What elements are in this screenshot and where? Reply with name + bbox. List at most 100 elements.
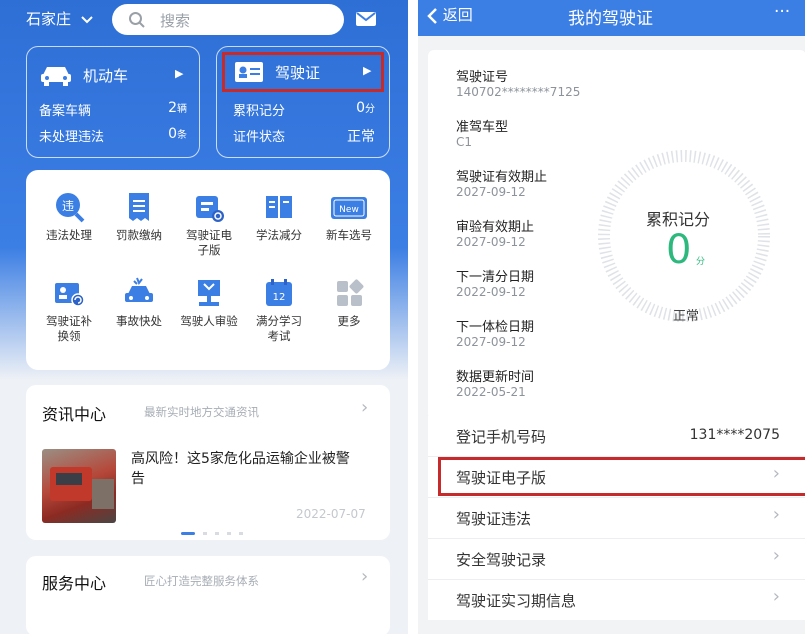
field-value: 140702********7125 (456, 85, 581, 99)
grid-item-new-plate[interactable]: New 新车选号 (314, 190, 384, 243)
news-date: 2022-07-07 (296, 507, 366, 521)
more-menu-icon[interactable]: ··· (774, 2, 790, 22)
grid-item-license-renew[interactable]: 驾驶证补 换领 (34, 276, 104, 344)
license-status-label: 证件状态 (233, 130, 286, 145)
license-renew-icon (34, 276, 104, 310)
license-card-icon (234, 61, 264, 83)
field-label: 下一清分日期 (456, 270, 535, 285)
pending-violations-value: 0条 (168, 126, 187, 142)
grid-label-line2: 换领 (57, 329, 81, 343)
grid-item-full-score-exam[interactable]: 12 满分学习 考试 (244, 276, 314, 344)
calendar-number: 12 (273, 292, 286, 303)
gauge-unit: 分 (696, 257, 706, 267)
license-status-value: 正常 (347, 129, 375, 145)
phone-row[interactable]: 登记手机号码 131****2075 (428, 416, 805, 456)
services-grid: 违 违法处理 罚款缴纳 驾驶证电 子版 学法减分 New 新车选号 驾驶证补 换… (26, 170, 390, 370)
field-label: 下一体检日期 (456, 320, 535, 335)
city-selector[interactable]: 石家庄 (26, 8, 94, 29)
safe-driving-label: 安全驾驶记录 (456, 551, 547, 569)
nav-bar: 返回 我的驾驶证 ··· (418, 0, 805, 36)
grid-item-e-license[interactable]: 驾驶证电 子版 (174, 190, 244, 258)
page-title: 我的驾驶证 (568, 9, 653, 29)
e-license-icon (174, 190, 244, 224)
driver-review-icon (174, 276, 244, 310)
field-label: 数据更新时间 (456, 370, 535, 385)
app-home-screen: 石家庄 搜索 机动车 ▶ 备案车辆 2辆 未处理违法 0条 驾驶证 ▶ 累积记分… (0, 0, 408, 634)
calendar-exam-icon: 12 (244, 276, 314, 310)
field-data-update-time: 数据更新时间 2022-05-21 (456, 366, 534, 399)
accumulated-points-label: 累积记分 (233, 104, 286, 119)
news-headline[interactable]: 高风险！这5家危化品运输企业被警告 (131, 449, 359, 489)
e-license-label: 驾驶证电子版 (456, 469, 547, 487)
license-info-card: 驾驶证号 140702********7125 准驾车型 C1 驾驶证有效期止 … (428, 50, 805, 420)
grid-label: 罚款缴纳 (116, 228, 162, 242)
search-icon (128, 11, 146, 29)
search-placeholder: 搜索 (160, 12, 191, 30)
score-gauge: 累积记分 0 分 (596, 148, 772, 324)
service-center-subtitle: 匠心打造完整服务体系 (144, 574, 259, 588)
new-plate-icon: New (314, 190, 384, 224)
license-violation-row[interactable]: 驾驶证违法 › (428, 498, 805, 538)
field-next-clear-date: 下一清分日期 2022-09-12 (456, 266, 534, 299)
registered-vehicles-label: 备案车辆 (39, 104, 92, 119)
field-review-expiry: 审验有效期止 2027-09-12 (456, 216, 534, 249)
chevron-right-icon: › (772, 586, 780, 607)
chevron-right-icon[interactable]: › (361, 566, 368, 587)
gauge-score: 0 (666, 227, 692, 273)
news-center-subtitle: 最新实时地方交通资讯 (144, 405, 259, 419)
vehicle-card[interactable]: 机动车 ▶ 备案车辆 2辆 未处理违法 0条 (26, 46, 200, 158)
probation-info-row[interactable]: 驾驶证实习期信息 › (428, 580, 805, 620)
chevron-right-icon[interactable]: › (361, 397, 368, 418)
grid-item-accident[interactable]: 事故快处 (104, 276, 174, 329)
license-card[interactable]: 驾驶证 ▶ 累积记分 0分 证件状态 正常 (216, 46, 390, 158)
chevron-right-icon: › (772, 463, 780, 484)
field-vehicle-class: 准驾车型 C1 (456, 116, 508, 149)
search-input[interactable]: 搜索 (112, 4, 344, 35)
grid-label: 事故快处 (116, 314, 162, 328)
new-badge-text: New (339, 205, 359, 215)
violation-glyph: 违 (62, 199, 74, 213)
field-label: 驾驶证有效期止 (456, 170, 548, 185)
grid-label: 新车选号 (326, 228, 372, 242)
more-icon (314, 276, 384, 310)
field-next-checkup-date: 下一体检日期 2027-09-12 (456, 316, 534, 349)
back-button[interactable]: 返回 (426, 4, 473, 25)
grid-label: 满分学习 (256, 314, 302, 328)
safe-driving-row[interactable]: 安全驾驶记录 › (428, 539, 805, 579)
news-center-card: 资讯中心 最新实时地方交通资讯 › 高风险！这5家危化品运输企业被警告 2022… (26, 385, 390, 540)
license-title-highlight[interactable]: 驾驶证 ▶ (222, 52, 384, 92)
grid-item-study-reduce-points[interactable]: 学法减分 (244, 190, 314, 243)
license-card-title: 驾驶证 (275, 64, 321, 82)
grid-item-fine-payment[interactable]: 罚款缴纳 (104, 190, 174, 243)
grid-label: 驾驶证电 (186, 228, 232, 242)
service-center-title: 服务中心 (42, 574, 107, 593)
mail-icon[interactable] (355, 10, 377, 28)
service-center-card: 服务中心 匠心打造完整服务体系 › (26, 556, 390, 634)
grid-label: 驾驶人审验 (180, 314, 238, 328)
grid-item-more[interactable]: 更多 (314, 276, 384, 329)
grid-item-driver-review[interactable]: 驾驶人审验 (174, 276, 244, 329)
news-center-title: 资讯中心 (42, 405, 107, 424)
carousel-dots (181, 520, 244, 539)
field-value: C1 (456, 135, 473, 149)
phone-label: 登记手机号码 (456, 428, 547, 446)
car-icon (39, 63, 73, 87)
news-thumbnail[interactable] (42, 449, 116, 523)
field-label: 审验有效期止 (456, 220, 535, 235)
e-license-row[interactable]: 驾驶证电子版 › (428, 457, 805, 497)
fine-receipt-icon (104, 190, 174, 224)
grid-item-violation[interactable]: 违 违法处理 (34, 190, 104, 243)
chevron-right-icon: › (772, 545, 780, 566)
book-icon (244, 190, 314, 224)
pending-violations-label: 未处理违法 (39, 130, 105, 145)
chevron-down-icon (80, 15, 94, 25)
field-value: 2022-05-21 (456, 385, 526, 399)
city-name: 石家庄 (26, 10, 72, 28)
grid-label: 更多 (337, 314, 361, 328)
grid-label: 学法减分 (256, 228, 302, 242)
back-label: 返回 (442, 6, 473, 24)
field-license-expiry: 驾驶证有效期止 2027-09-12 (456, 166, 547, 199)
chevron-right-icon: › (772, 504, 780, 525)
vehicle-card-title: 机动车 (83, 67, 129, 85)
field-value: 2027-09-12 (456, 335, 526, 349)
